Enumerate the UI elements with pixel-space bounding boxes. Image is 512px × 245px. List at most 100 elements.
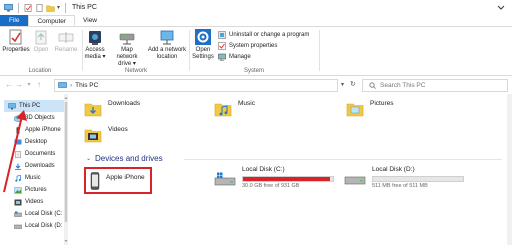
uninstall-program-button[interactable]: Uninstall or change a program bbox=[218, 31, 309, 39]
gear-icon bbox=[195, 29, 211, 45]
device-label: Apple iPhone bbox=[106, 174, 145, 181]
network-group-label: Network bbox=[124, 68, 147, 74]
breadcrumb: This PC bbox=[75, 82, 99, 89]
folder-quick-icon[interactable] bbox=[46, 4, 55, 12]
media-server-icon bbox=[89, 31, 101, 45]
up-icon[interactable]: ↑ bbox=[34, 80, 44, 90]
add-location-label-1: Add a network bbox=[147, 47, 187, 53]
divider bbox=[65, 2, 67, 13]
open-settings-label-2: Settings bbox=[192, 54, 214, 60]
drive-name: Local Disk (C:) bbox=[242, 166, 285, 173]
folder-pictures[interactable]: Pictures bbox=[346, 100, 393, 118]
network-location-icon bbox=[160, 30, 174, 45]
location-group-label: Location bbox=[28, 68, 52, 74]
new-folder-quick-icon[interactable] bbox=[35, 3, 44, 12]
system-properties-label: System properties bbox=[229, 43, 278, 49]
title-bar: ▾ This PC bbox=[0, 0, 512, 15]
divider bbox=[189, 30, 190, 71]
drive-info: Local Disk (D:) 511 MB free of 511 MB bbox=[372, 166, 464, 189]
divider bbox=[82, 30, 83, 71]
window-title: This PC bbox=[72, 4, 97, 11]
ribbon: Properties Open Rename Location Access m… bbox=[0, 27, 512, 76]
drive-icon bbox=[14, 211, 22, 217]
folder-downloads[interactable]: Downloads bbox=[84, 100, 140, 118]
address-field[interactable]: › This PC bbox=[54, 79, 338, 92]
system-group: Open Settings Uninstall or change a prog… bbox=[191, 29, 317, 74]
drive-local-disk-d[interactable]: Local Disk (D:) 511 MB free of 511 MB bbox=[344, 166, 464, 189]
drive-local-disk-c[interactable]: Local Disk (C:) 30.0 GB free of 931 GB bbox=[214, 166, 334, 189]
map-drive-label-2: drive ▾ bbox=[118, 61, 136, 67]
open-button[interactable]: Open bbox=[32, 29, 50, 54]
drive-size: 30.0 GB free of 931 GB bbox=[242, 183, 300, 189]
folder-label: Pictures bbox=[370, 100, 394, 107]
breadcrumb-arrow-icon: › bbox=[70, 82, 73, 89]
drive-info: Local Disk (C:) 30.0 GB free of 931 GB bbox=[242, 166, 334, 189]
system-properties-button[interactable]: System properties bbox=[218, 42, 277, 50]
tab-file[interactable]: File bbox=[0, 15, 29, 26]
sidebar-item-label: Local Disk (D: bbox=[25, 223, 63, 229]
chevron-down-icon[interactable] bbox=[496, 3, 506, 12]
forward-icon[interactable]: → bbox=[14, 80, 24, 90]
access-media-button[interactable]: Access media ▾ bbox=[84, 29, 106, 61]
add-network-location-button[interactable]: Add a network location bbox=[146, 29, 188, 61]
drive-name: Local Disk (D:) bbox=[372, 166, 415, 173]
recent-chevron-icon[interactable]: ▾ bbox=[24, 80, 34, 90]
folder-music[interactable]: Music bbox=[214, 100, 255, 118]
navigation-scrollbar[interactable] bbox=[64, 94, 68, 245]
music-folder-icon bbox=[214, 103, 232, 117]
pictures-folder-icon bbox=[346, 103, 364, 117]
folder-label: Music bbox=[238, 100, 255, 107]
devices-section-header[interactable]: ⌄ Devices and drives bbox=[86, 154, 163, 163]
properties-button[interactable]: Properties bbox=[2, 29, 30, 54]
open-settings-button[interactable]: Open Settings bbox=[191, 29, 215, 61]
device-apple-iphone[interactable]: Apple iPhone bbox=[84, 167, 152, 194]
properties-icon bbox=[9, 29, 22, 45]
open-settings-label-1: Open bbox=[195, 47, 211, 53]
sidebar-item-local-disk-c[interactable]: Local Disk (C: bbox=[14, 208, 62, 220]
videos-icon bbox=[14, 199, 22, 205]
divider bbox=[18, 2, 19, 13]
chevron-down-icon: ⌄ bbox=[86, 156, 92, 162]
drive-usage-bar bbox=[372, 176, 464, 182]
map-network-drive-button[interactable]: Map network drive ▾ bbox=[110, 29, 144, 68]
sidebar-item-videos[interactable]: Videos bbox=[14, 196, 43, 208]
tab-computer[interactable]: Computer bbox=[28, 15, 76, 26]
address-dropdown-icon[interactable]: ▾ bbox=[341, 81, 344, 88]
manage-icon bbox=[218, 53, 226, 61]
sidebar-item-label: Videos bbox=[25, 199, 44, 205]
folder-label: Downloads bbox=[108, 100, 141, 107]
search-placeholder: Search This PC bbox=[380, 82, 426, 89]
customize-quick-access-icon[interactable]: ▾ bbox=[57, 4, 60, 11]
folder-videos[interactable]: Videos bbox=[84, 126, 128, 144]
windows-drive-icon bbox=[214, 172, 236, 186]
quick-access-toolbar: ▾ bbox=[0, 2, 69, 13]
drive-usage-bar bbox=[242, 176, 334, 182]
search-input[interactable]: Search This PC bbox=[362, 79, 508, 92]
this-pc-icon bbox=[4, 3, 13, 12]
drive-icon bbox=[344, 176, 366, 185]
videos-folder-icon bbox=[84, 129, 102, 143]
refresh-icon[interactable]: ↻ bbox=[350, 80, 356, 88]
access-media-label-1: Access bbox=[85, 47, 105, 53]
search-icon bbox=[369, 82, 376, 89]
tab-view[interactable]: View bbox=[75, 15, 105, 26]
properties-quick-icon[interactable] bbox=[24, 3, 33, 12]
open-label: Open bbox=[33, 47, 49, 53]
navigation-pane: This PC 3D Objects Apple iPhone Desktop … bbox=[0, 94, 70, 245]
content-scrollbar[interactable] bbox=[507, 94, 512, 245]
downloads-folder-icon bbox=[84, 103, 102, 117]
back-icon[interactable]: ← bbox=[4, 80, 14, 90]
uninstall-icon bbox=[218, 31, 226, 39]
rename-button[interactable]: Rename bbox=[54, 29, 78, 54]
sidebar-item-local-disk-d[interactable]: Local Disk (D: bbox=[14, 220, 62, 232]
uninstall-label: Uninstall or change a program bbox=[229, 32, 310, 38]
sidebar-item-label: Local Disk (C: bbox=[25, 211, 63, 217]
location-group: Properties Open Rename Location bbox=[0, 29, 80, 74]
annotation-arrow bbox=[3, 110, 27, 193]
network-group: Access media ▾ Map network drive ▾ Add a… bbox=[84, 29, 188, 74]
properties-label: Properties bbox=[2, 47, 30, 53]
checkmark-icon bbox=[218, 42, 226, 50]
drive-usage-fill bbox=[243, 177, 331, 181]
manage-button[interactable]: Manage bbox=[218, 53, 251, 61]
rename-label: Rename bbox=[54, 47, 78, 53]
